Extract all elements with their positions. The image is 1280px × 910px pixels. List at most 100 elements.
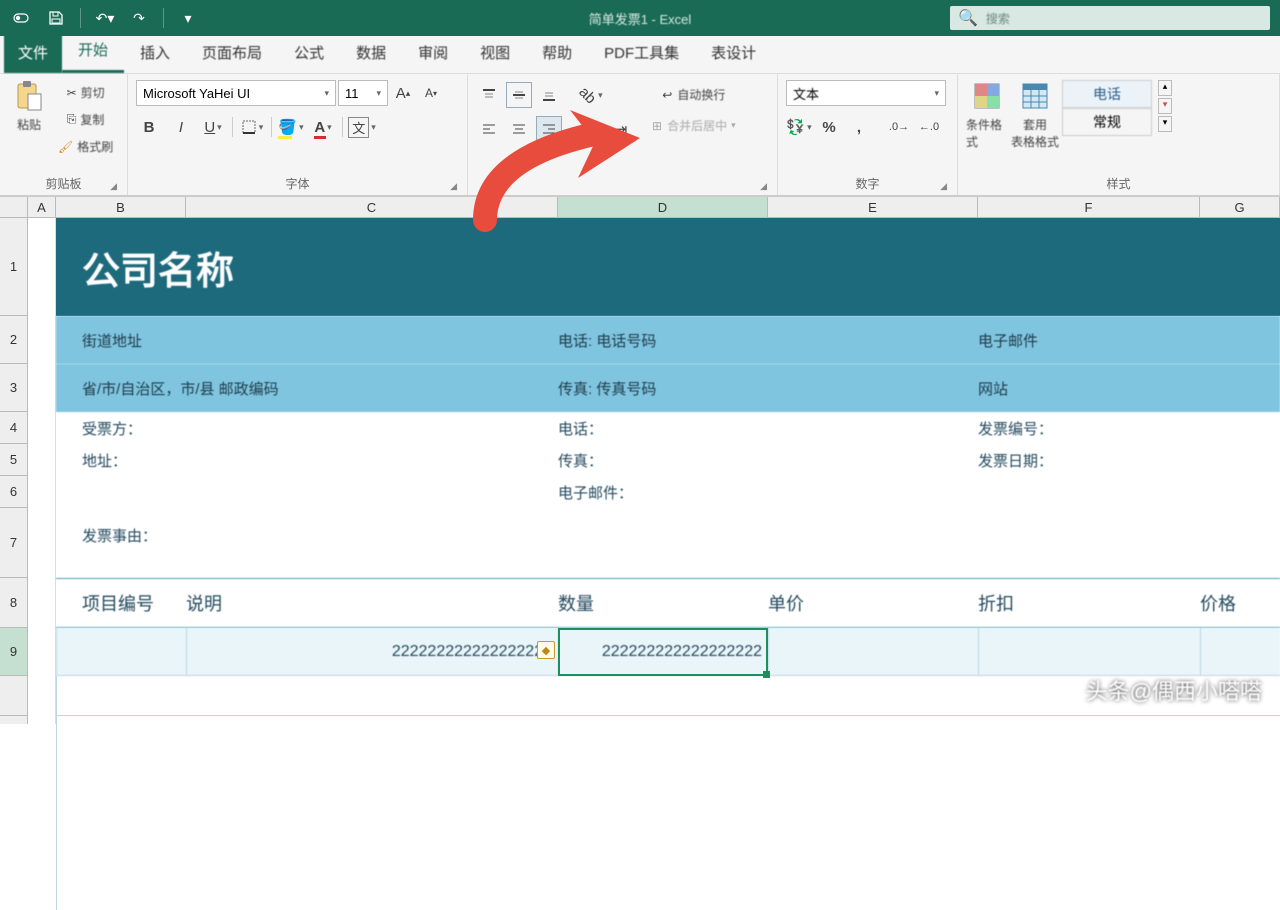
decrease-decimal-icon[interactable]: ←.0 <box>916 114 942 140</box>
cell-B7[interactable]: 发票事由： <box>56 508 186 562</box>
hdr-qty[interactable]: 数量 <box>558 579 768 627</box>
hdr-item[interactable]: 项目编号 <box>56 579 186 627</box>
redo-icon[interactable]: ↷ <box>125 4 153 32</box>
save-icon[interactable] <box>42 4 70 32</box>
phonetic-button[interactable]: 文 <box>349 114 375 140</box>
copy-button[interactable]: ⎘复制 <box>54 109 117 130</box>
cell-C9[interactable]: 222222222222222222 <box>186 628 558 675</box>
cell-B3[interactable]: 省/市/自治区，市/县 邮政编码 <box>56 364 558 412</box>
col-header-A[interactable]: A <box>28 197 56 217</box>
number-format-select[interactable]: 文本▾ <box>786 80 946 106</box>
format-as-table-button[interactable]: 套用 表格格式 <box>1014 80 1056 150</box>
align-bottom-icon[interactable] <box>536 82 562 108</box>
alignment-launcher-icon[interactable]: ◢ <box>760 181 767 192</box>
font-name-select[interactable]: Microsoft YaHei UI▾ <box>136 80 336 106</box>
orientation-icon[interactable]: ab <box>578 82 604 108</box>
currency-icon[interactable]: 💱 <box>786 114 812 140</box>
row-header-6[interactable]: 6 <box>0 476 27 508</box>
conditional-format-button[interactable]: 条件格式 <box>966 80 1008 150</box>
cell-D9[interactable]: 222222222222222222 <box>558 628 768 675</box>
cell-F4[interactable]: 发票编号： <box>978 412 1200 444</box>
cell-B5[interactable]: 地址： <box>56 444 186 476</box>
cell-D6[interactable]: 电子邮件： <box>558 476 768 508</box>
row-header-10[interactable] <box>0 676 27 716</box>
font-color-button[interactable]: A <box>310 114 336 140</box>
cell-D4[interactable]: 电话： <box>558 412 768 444</box>
cell-G9[interactable] <box>1200 628 1280 675</box>
comma-icon[interactable]: , <box>846 114 872 140</box>
row-header-2[interactable]: 2 <box>0 316 27 364</box>
percent-icon[interactable]: % <box>816 114 842 140</box>
cells-area[interactable]: 公司名称 街道地址 电话: 电话号码 电子邮件 省/市/自治区，市/县 邮政编码… <box>28 218 1280 724</box>
style-more-icon[interactable]: ▾ <box>1158 116 1172 132</box>
cell-F2[interactable]: 电子邮件 <box>978 316 1200 364</box>
increase-indent-icon[interactable]: ⇥ <box>608 116 634 142</box>
align-left-icon[interactable] <box>476 116 502 142</box>
increase-font-icon[interactable]: A▴ <box>390 80 416 106</box>
decrease-font-icon[interactable]: A▾ <box>418 80 444 106</box>
style-down-icon[interactable]: ▾ <box>1158 98 1172 114</box>
border-button[interactable] <box>239 114 265 140</box>
tab-pdf[interactable]: PDF工具集 <box>588 34 695 73</box>
clipboard-launcher-icon[interactable]: ◢ <box>110 181 117 192</box>
tab-file[interactable]: 文件 <box>4 34 62 73</box>
select-all-button[interactable] <box>0 197 28 217</box>
style-up-icon[interactable]: ▴ <box>1158 80 1172 96</box>
align-middle-icon[interactable] <box>506 82 532 108</box>
align-top-icon[interactable] <box>476 82 502 108</box>
increase-decimal-icon[interactable]: .0→ <box>886 114 912 140</box>
tab-table-design[interactable]: 表设计 <box>695 34 772 73</box>
align-center-icon[interactable] <box>506 116 532 142</box>
cell-F3[interactable]: 网站 <box>978 364 1200 412</box>
undo-icon[interactable]: ↶▾ <box>91 4 119 32</box>
col-header-B[interactable]: B <box>56 197 186 217</box>
cell-style-phone[interactable]: 电话 <box>1062 80 1152 108</box>
decrease-indent-icon[interactable]: ⇤ <box>578 116 604 142</box>
cell-B9[interactable] <box>56 628 186 675</box>
cut-button[interactable]: ✂剪切 <box>54 82 117 103</box>
row-header-8[interactable]: 8 <box>0 578 27 628</box>
italic-button[interactable]: I <box>168 114 194 140</box>
tab-help[interactable]: 帮助 <box>526 34 588 73</box>
cell-D3[interactable]: 传真: 传真号码 <box>558 364 768 412</box>
cell-B4[interactable]: 受票方： <box>56 412 186 444</box>
cell-style-normal[interactable]: 常规 <box>1062 108 1152 136</box>
font-size-select[interactable]: 11▾ <box>338 80 388 106</box>
fill-color-button[interactable]: 🪣 <box>278 114 304 140</box>
hdr-price[interactable]: 单价 <box>768 579 978 627</box>
autosave-toggle[interactable] <box>8 4 36 32</box>
tab-formulas[interactable]: 公式 <box>278 34 340 73</box>
tab-layout[interactable]: 页面布局 <box>186 34 278 73</box>
cell-E9[interactable] <box>768 628 978 675</box>
col-header-G[interactable]: G <box>1200 197 1280 217</box>
search-box[interactable]: 🔍 搜索 <box>950 6 1270 30</box>
underline-button[interactable]: U <box>200 114 226 140</box>
cell-styles-gallery[interactable]: 电话 常规 <box>1062 80 1152 136</box>
tab-view[interactable]: 视图 <box>464 34 526 73</box>
col-header-D[interactable]: D <box>558 197 768 217</box>
number-launcher-icon[interactable]: ◢ <box>940 181 947 192</box>
paste-button[interactable]: 粘贴 <box>8 80 50 133</box>
tab-data[interactable]: 数据 <box>340 34 402 73</box>
tab-home[interactable]: 开始 <box>62 31 124 73</box>
hdr-total[interactable]: 价格 <box>1200 579 1280 627</box>
merge-center-button[interactable]: ⊞合并后居中▾ <box>648 115 740 136</box>
col-header-C[interactable]: C <box>186 197 558 217</box>
tab-insert[interactable]: 插入 <box>124 34 186 73</box>
row-header-1[interactable]: 1 <box>0 218 27 316</box>
cell-B2[interactable]: 街道地址 <box>56 316 186 364</box>
row-header-9[interactable]: 9 <box>0 628 27 676</box>
align-right-icon[interactable] <box>536 116 562 142</box>
col-header-E[interactable]: E <box>768 197 978 217</box>
cell-D5[interactable]: 传真： <box>558 444 768 476</box>
wrap-text-button[interactable]: ↩自动换行 <box>648 84 740 105</box>
bold-button[interactable]: B <box>136 114 162 140</box>
error-indicator-icon[interactable]: ◆ <box>537 641 555 659</box>
row-header-3[interactable]: 3 <box>0 364 27 412</box>
tab-review[interactable]: 审阅 <box>402 34 464 73</box>
cell-F5[interactable]: 发票日期： <box>978 444 1200 476</box>
row-header-5[interactable]: 5 <box>0 444 27 476</box>
format-painter-button[interactable]: 🖌格式刷 <box>54 136 117 157</box>
hdr-discount[interactable]: 折扣 <box>978 579 1200 627</box>
qat-more-icon[interactable]: ▾ <box>174 4 202 32</box>
